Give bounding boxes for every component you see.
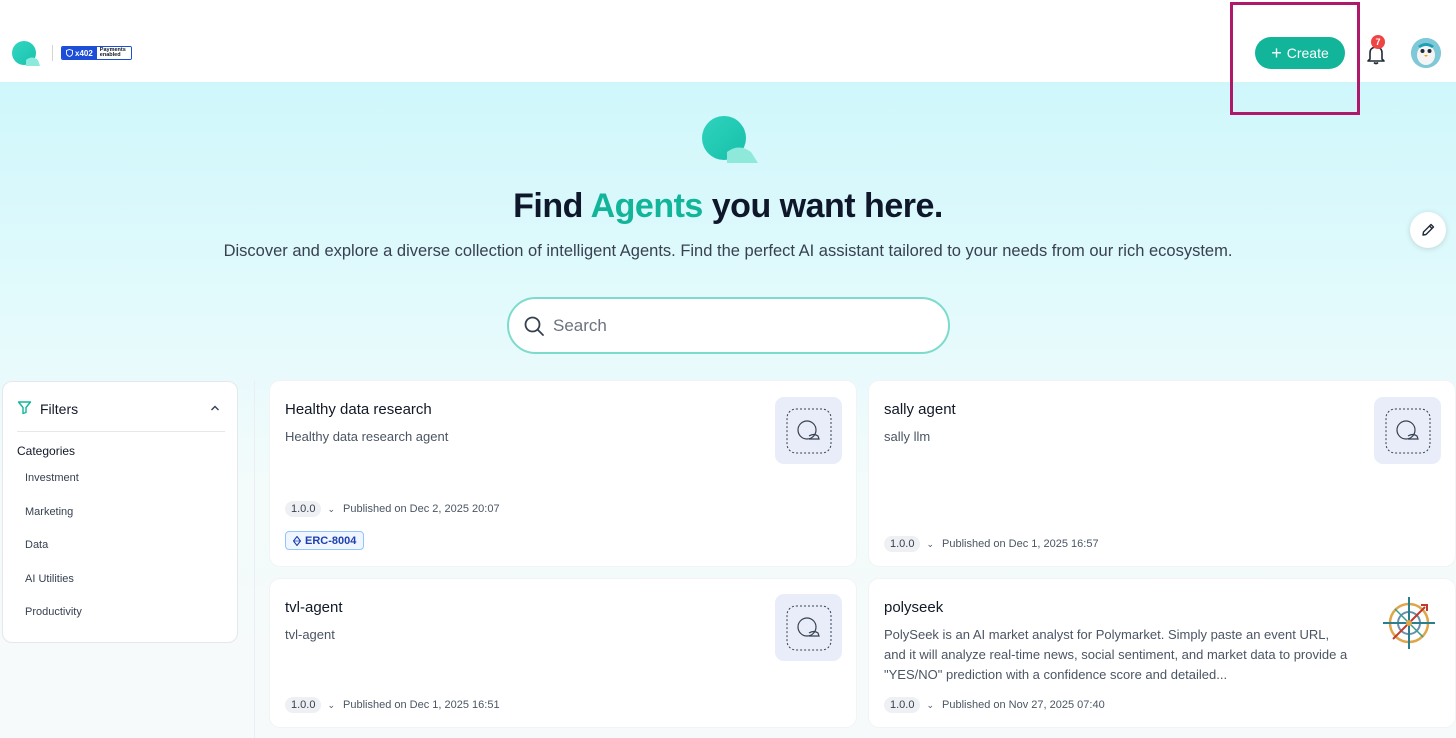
category-investment[interactable]: Investment [25, 472, 82, 506]
agent-placeholder-icon [786, 408, 831, 453]
card-meta: 1.0.0 ⌄ Published on Nov 27, 2025 07:40 [884, 697, 1105, 713]
filters-header[interactable]: Filters [17, 400, 225, 432]
hero-subtitle: Discover and explore a diverse collectio… [223, 242, 1233, 260]
agent-description: PolySeek is an AI market analyst for Pol… [884, 627, 1348, 682]
x402-label: x402 [75, 48, 93, 58]
chevron-down-icon[interactable]: ⌄ [926, 700, 934, 711]
version-label: 1.0.0 [291, 699, 316, 711]
agent-card[interactable]: polyseek PolySeek is an AI market analys… [869, 579, 1455, 727]
hero-title-suffix: you want here. [702, 187, 944, 225]
edit-button[interactable] [1410, 212, 1446, 248]
agent-thumbnail [775, 594, 842, 661]
version-select[interactable]: 1.0.0 [884, 536, 921, 552]
agent-description: Healthy data research agent [285, 429, 449, 444]
top-bar: x402 Payments enabled + Create 7 [0, 0, 1456, 82]
shield-icon [66, 49, 73, 57]
chevron-down-icon[interactable]: ⌄ [327, 504, 335, 515]
agent-name: sally agent [884, 401, 956, 418]
ethereum-icon [293, 535, 301, 546]
filters-panel: Filters Categories Investment Marketing … [2, 381, 238, 643]
avatar-image [1411, 38, 1441, 68]
hero-title-accent: Agents [590, 187, 704, 225]
published-date: Published on Nov 27, 2025 07:40 [942, 699, 1105, 711]
hero-logo [702, 116, 758, 163]
hero-title: Find Agents you want here. [0, 187, 1456, 226]
agent-placeholder-icon [786, 605, 831, 650]
search-icon [524, 316, 544, 336]
agent-card[interactable]: tvl-agent tvl-agent 1.0.0 ⌄ Published on… [270, 579, 856, 727]
version-label: 1.0.0 [291, 503, 316, 515]
create-button-label: Create [1286, 45, 1329, 61]
agent-description: sally llm [884, 429, 931, 444]
categories-list: Investment Marketing Data AI Utilities P… [25, 472, 82, 640]
version-label: 1.0.0 [890, 699, 915, 711]
polyseek-logo-icon [1383, 597, 1435, 649]
logo-divider [52, 45, 53, 61]
category-ai-utilities[interactable]: AI Utilities [25, 573, 82, 607]
chevron-up-icon[interactable] [209, 402, 221, 414]
version-select[interactable]: 1.0.0 [285, 501, 322, 517]
payments-enabled-label: Payments enabled [96, 47, 131, 59]
hero-title-prefix: Find [513, 187, 591, 225]
version-select[interactable]: 1.0.0 [285, 697, 322, 713]
card-meta: 1.0.0 ⌄ Published on Dec 2, 2025 20:07 [285, 501, 500, 517]
card-meta: 1.0.0 ⌄ Published on Dec 1, 2025 16:57 [884, 536, 1099, 552]
agent-thumbnail [1374, 397, 1441, 464]
published-date: Published on Dec 1, 2025 16:57 [942, 538, 1099, 550]
chevron-down-icon[interactable]: ⌄ [926, 539, 934, 550]
x402-payments-badge: x402 Payments enabled [61, 46, 132, 60]
hero-section: Find Agents you want here. Discover and … [0, 82, 1456, 738]
notification-badge: 7 [1371, 35, 1385, 49]
erc-tag-label: ERC-8004 [305, 534, 357, 547]
content-divider [254, 381, 255, 738]
category-data[interactable]: Data [25, 539, 82, 573]
agent-description: tvl-agent [285, 627, 335, 642]
create-button[interactable]: + Create [1255, 37, 1345, 69]
agent-name: tvl-agent [285, 599, 343, 616]
version-label: 1.0.0 [890, 538, 915, 550]
categories-title: Categories [17, 444, 76, 458]
card-meta: 1.0.0 ⌄ Published on Dec 1, 2025 16:51 [285, 697, 500, 713]
filters-title: Filters [40, 401, 79, 417]
agent-thumbnail [775, 397, 842, 464]
published-date: Published on Dec 1, 2025 16:51 [343, 699, 500, 711]
agent-card[interactable]: Healthy data research Healthy data resea… [270, 381, 856, 566]
app-logo[interactable] [10, 40, 44, 68]
filter-icon [17, 401, 32, 415]
agent-card[interactable]: sally agent sally llm 1.0.0 ⌄ Published … [869, 381, 1455, 566]
category-marketing[interactable]: Marketing [25, 506, 82, 540]
published-date: Published on Dec 2, 2025 20:07 [343, 503, 500, 515]
agent-placeholder-icon [1385, 408, 1430, 453]
agent-name: Healthy data research [285, 401, 432, 418]
avatar[interactable] [1411, 38, 1441, 68]
search-box[interactable] [507, 297, 950, 354]
chevron-down-icon[interactable]: ⌄ [327, 700, 335, 711]
search-input[interactable] [553, 315, 948, 336]
pencil-icon [1422, 223, 1435, 236]
version-select[interactable]: 1.0.0 [884, 697, 921, 713]
plus-icon: + [1271, 43, 1282, 63]
category-productivity[interactable]: Productivity [25, 606, 82, 640]
erc-tag: ERC-8004 [285, 531, 365, 550]
agent-name: polyseek [884, 599, 944, 616]
